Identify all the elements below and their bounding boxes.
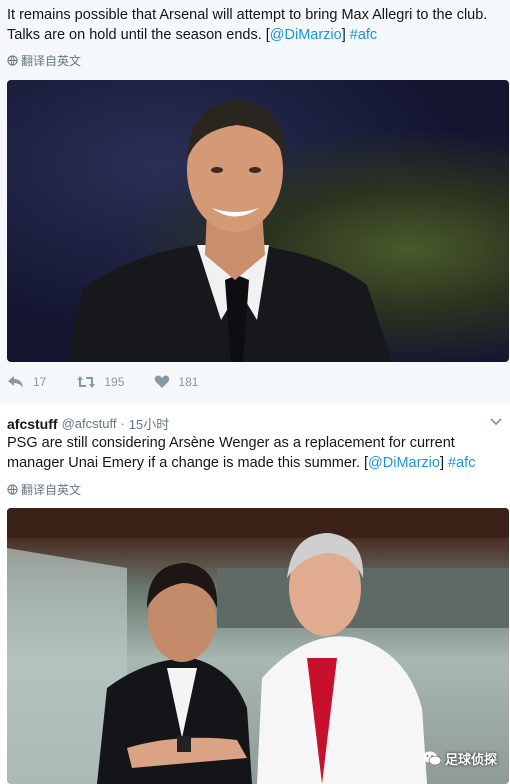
- hashtag-link[interactable]: #afc: [350, 27, 377, 43]
- globe-icon: [7, 55, 18, 66]
- tweet-text: It remains possible that Arsenal will at…: [7, 5, 503, 45]
- wechat-watermark: 足球侦探: [422, 749, 497, 768]
- retweet-button[interactable]: 195: [76, 375, 124, 389]
- tweet-text-body: ]: [341, 27, 350, 43]
- tweet-card-1: It remains possible that Arsenal will at…: [0, 0, 510, 404]
- tweet-photo-wenger-emery[interactable]: 足球侦探: [7, 508, 509, 784]
- reply-button[interactable]: 17: [7, 375, 46, 389]
- retweet-icon: [77, 376, 96, 388]
- tweet-photo-allegri[interactable]: [7, 80, 509, 362]
- user-handle[interactable]: @afcstuff: [62, 416, 117, 431]
- mention-link[interactable]: @DiMarzio: [368, 455, 440, 471]
- heart-icon: [155, 375, 170, 388]
- mention-link[interactable]: @DiMarzio: [270, 27, 342, 43]
- wechat-icon: [422, 751, 441, 766]
- translate-link[interactable]: 翻译自英文: [7, 52, 81, 69]
- reply-count: 17: [33, 375, 47, 389]
- watermark-label: 足球侦探: [444, 752, 497, 767]
- reply-icon: [8, 376, 23, 388]
- tweet-text-body: It remains possible that Arsenal will at…: [7, 7, 488, 43]
- hashtag-link[interactable]: #afc: [448, 455, 475, 471]
- tweet-header: afcstuff @afcstuff · 15小时: [7, 414, 169, 433]
- globe-icon: [7, 484, 18, 495]
- like-count: 181: [178, 375, 199, 389]
- photo-illustration: [7, 508, 509, 784]
- translate-link[interactable]: 翻译自英文: [7, 481, 81, 498]
- tweet-text-body: ]: [439, 455, 449, 471]
- photo-illustration: [67, 100, 392, 362]
- tweet-card-2: afcstuff @afcstuff · 15小时 PSG are still …: [0, 404, 510, 784]
- tweet-text: PSG are still considering Arsène Wenger …: [7, 433, 507, 473]
- retweet-count: 195: [104, 375, 125, 389]
- translate-label: 翻译自英文: [21, 54, 82, 68]
- display-name[interactable]: afcstuff: [7, 416, 58, 432]
- tweet-actions: 17 195 181: [7, 375, 228, 389]
- chevron-down-icon[interactable]: [490, 418, 502, 426]
- like-button[interactable]: 181: [154, 375, 198, 389]
- separator-dot: ·: [120, 416, 125, 431]
- tweet-timestamp[interactable]: 15小时: [129, 414, 169, 433]
- translate-label: 翻译自英文: [21, 483, 82, 497]
